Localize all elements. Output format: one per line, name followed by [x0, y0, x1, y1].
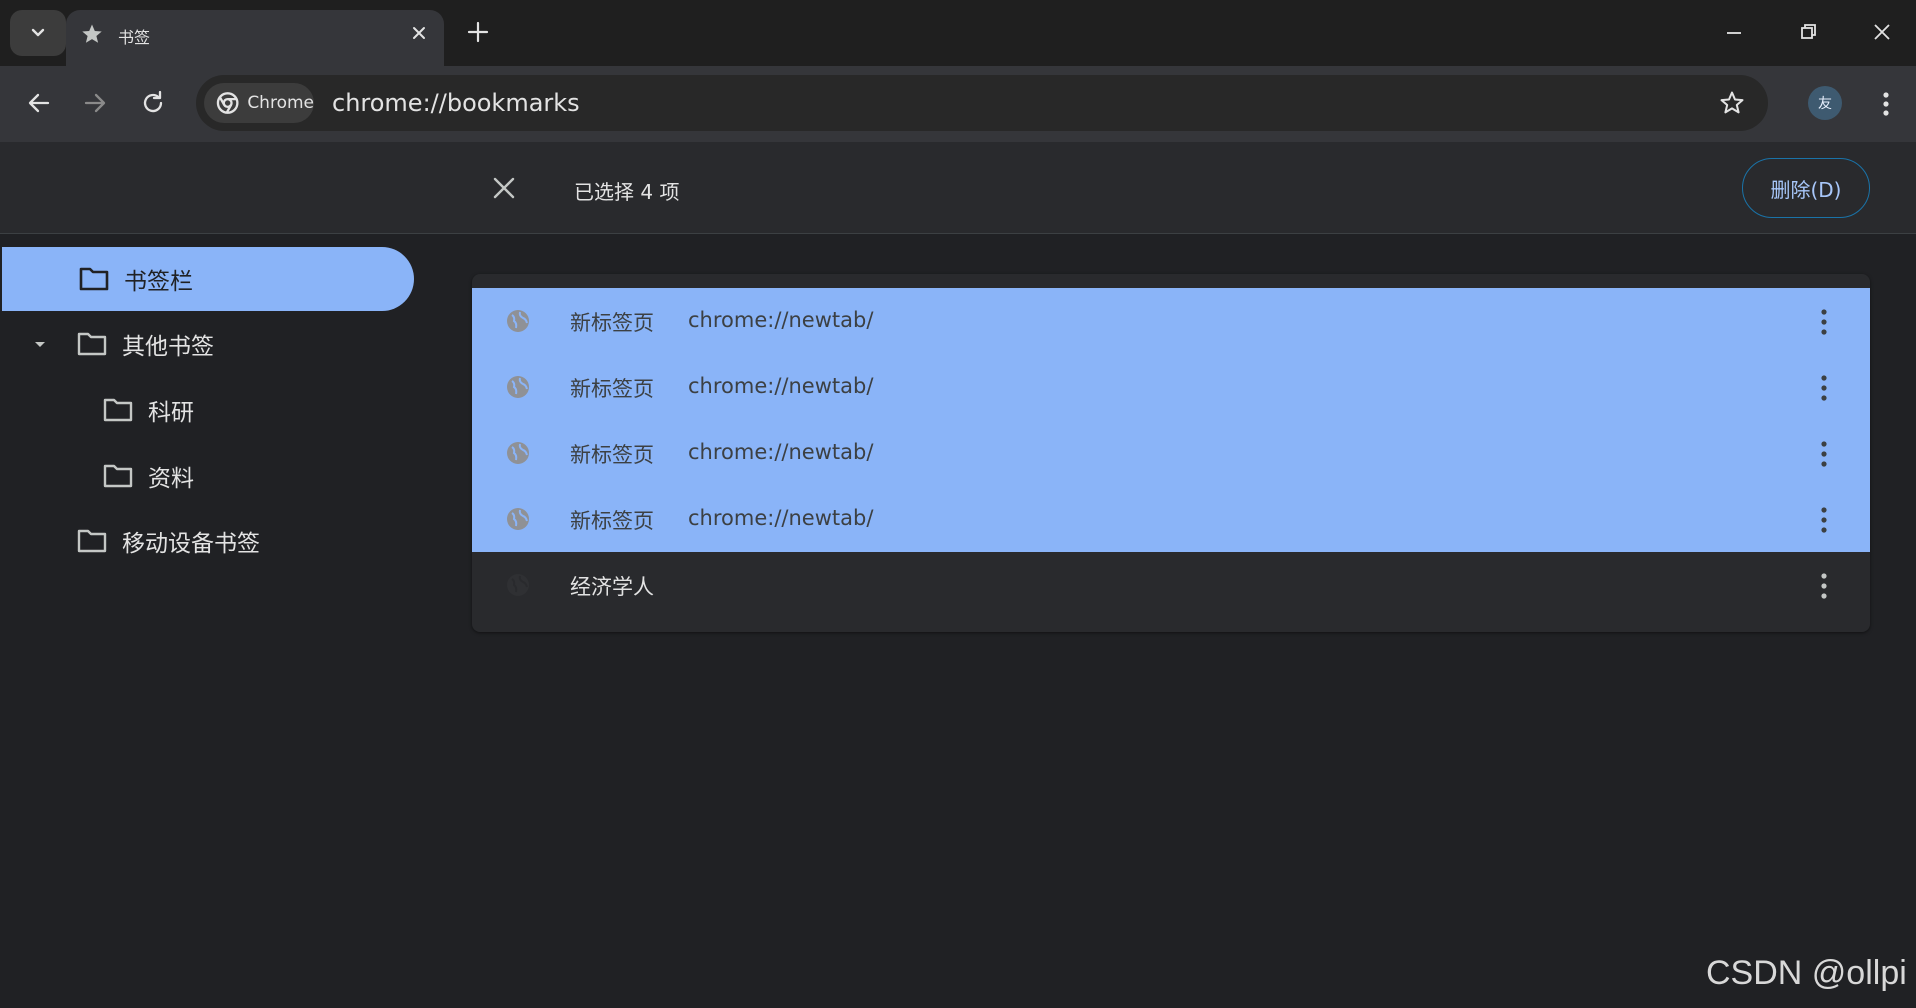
bookmark-title: 新标签页	[570, 509, 654, 533]
caret-down-icon[interactable]	[30, 334, 50, 354]
tab-close-icon[interactable]	[408, 22, 430, 44]
more-vert-icon[interactable]	[1872, 84, 1900, 124]
bookmark-list: 新标签页 chrome://newtab/ 新标签页 chrome://newt…	[472, 274, 1870, 632]
sidebar-item-research[interactable]: 科研	[0, 378, 412, 442]
forward-arrow-icon[interactable]	[78, 86, 112, 120]
sidebar-item-mobile-bookmarks[interactable]: 移动设备书签	[0, 509, 412, 573]
tab-title: 书签	[118, 28, 151, 47]
bookmark-row[interactable]: 新标签页 chrome://newtab/	[472, 486, 1870, 552]
star-icon	[82, 24, 102, 43]
sidebar-item-materials[interactable]: 资料	[0, 444, 412, 508]
bookmark-url: chrome://newtab/	[688, 440, 874, 464]
site-chip-label: Chrome	[247, 93, 314, 113]
back-arrow-icon[interactable]	[22, 86, 56, 120]
watermark-text: CSDN @ollpi	[1706, 954, 1907, 992]
chrome-logo-icon	[216, 92, 239, 114]
folder-icon	[103, 464, 133, 488]
more-vert-icon[interactable]	[1818, 439, 1830, 469]
bookmark-title: 经济学人	[570, 575, 654, 599]
profile-avatar[interactable]: 友	[1808, 86, 1842, 120]
sidebar-item-label: 移动设备书签	[122, 531, 260, 557]
folder-icon	[77, 529, 107, 553]
address-bar[interactable]: Chrome chrome://bookmarks	[196, 75, 1768, 131]
bookmark-row[interactable]: 新标签页 chrome://newtab/	[472, 354, 1870, 420]
bookmark-url: chrome://newtab/	[688, 308, 874, 332]
selection-count: 已选择 4 项	[574, 180, 680, 204]
more-vert-icon[interactable]	[1818, 571, 1830, 601]
delete-button[interactable]: 删除(D)	[1742, 158, 1870, 218]
globe-icon	[507, 574, 529, 596]
more-vert-icon[interactable]	[1818, 505, 1830, 535]
bookmark-url: chrome://newtab/	[688, 506, 874, 530]
more-vert-icon[interactable]	[1818, 373, 1830, 403]
bookmark-title: 新标签页	[570, 377, 654, 401]
selection-toolbar: 已选择 4 项 删除(D)	[0, 142, 1916, 234]
bookmarks-page: 已选择 4 项 删除(D) 书签栏 其他书签 科研 资料 移动设备书签 新标签页…	[0, 142, 1916, 1008]
bookmark-star-icon[interactable]	[1718, 89, 1746, 117]
sidebar-item-bookmarks-bar[interactable]: 书签栏	[2, 247, 414, 311]
bookmark-row[interactable]: 经济学人	[472, 552, 1870, 618]
folder-icon	[77, 332, 107, 356]
restore-icon[interactable]	[1792, 16, 1824, 48]
bookmark-url: chrome://newtab/	[688, 374, 874, 398]
sidebar-item-other-bookmarks[interactable]: 其他书签	[0, 312, 412, 376]
window-close-icon[interactable]	[1866, 16, 1898, 48]
minimize-icon[interactable]	[1718, 16, 1750, 48]
sidebar-item-label: 科研	[148, 400, 194, 426]
folder-icon	[103, 398, 133, 422]
tab-search-button[interactable]	[10, 10, 66, 56]
chevron-down-icon	[31, 28, 45, 37]
tab-strip: 书签	[0, 0, 1916, 66]
tab-bookmarks[interactable]: 书签	[66, 10, 444, 66]
sidebar-item-label: 资料	[148, 466, 194, 492]
folder-icon	[79, 267, 109, 291]
site-info-chip[interactable]: Chrome	[204, 83, 314, 123]
bookmark-title: 新标签页	[570, 311, 654, 335]
sidebar-item-label: 其他书签	[122, 334, 214, 360]
globe-icon	[507, 310, 529, 332]
reload-icon[interactable]	[136, 86, 170, 120]
bookmark-row[interactable]: 新标签页 chrome://newtab/	[472, 420, 1870, 486]
globe-icon	[507, 376, 529, 398]
toolbar: Chrome chrome://bookmarks 友	[0, 66, 1916, 142]
url-text[interactable]: chrome://bookmarks	[332, 89, 580, 117]
clear-selection-icon[interactable]	[490, 174, 518, 202]
globe-icon	[507, 508, 529, 530]
bookmark-title: 新标签页	[570, 443, 654, 467]
sidebar-item-label: 书签栏	[124, 269, 193, 295]
bookmark-row[interactable]: 新标签页 chrome://newtab/	[472, 288, 1870, 354]
globe-icon	[507, 442, 529, 464]
more-vert-icon[interactable]	[1818, 307, 1830, 337]
new-tab-icon[interactable]	[462, 16, 494, 48]
